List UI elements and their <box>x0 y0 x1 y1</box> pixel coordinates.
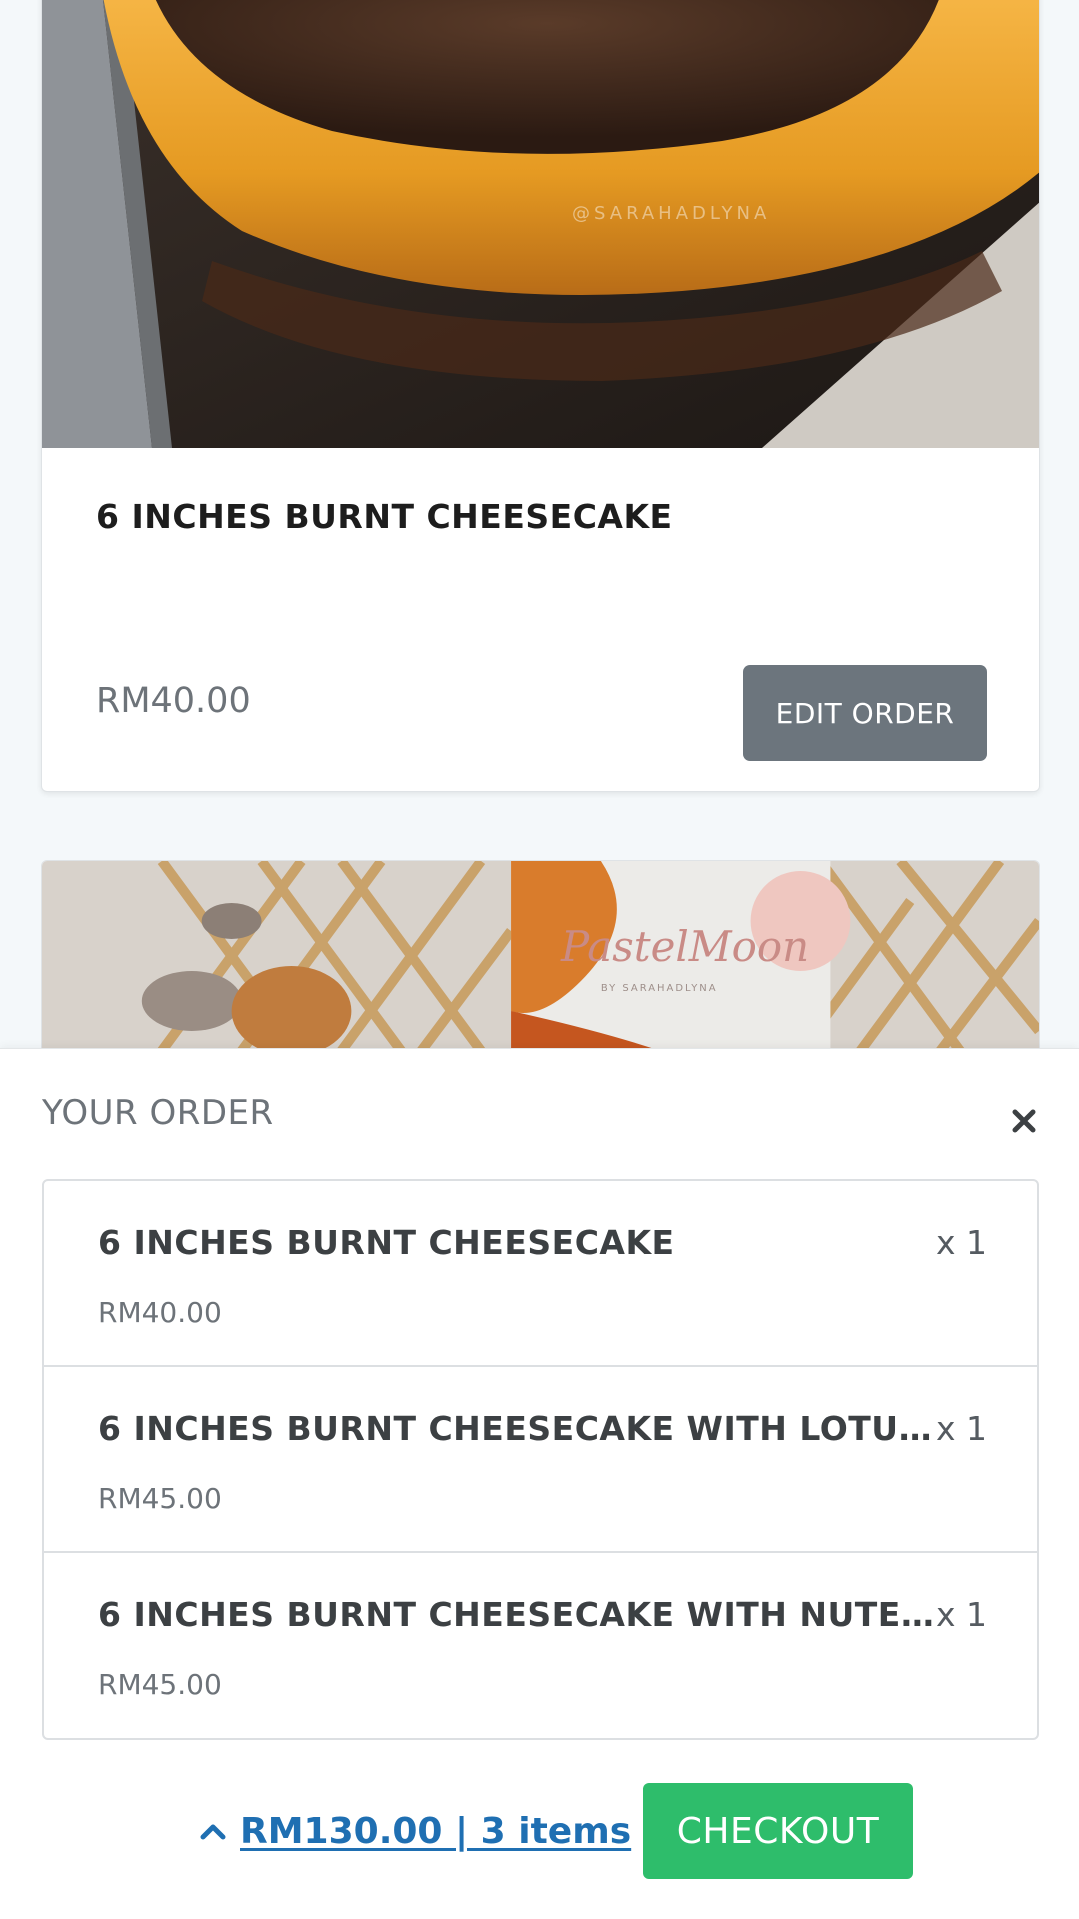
order-item-price: RM40.00 <box>98 1296 222 1329</box>
product-image: @SARAHADLYNA <box>42 0 1039 448</box>
page: @SARAHADLYNA 6 INCHES BURNT CHEESECAKE R… <box>0 0 1079 1919</box>
order-item[interactable]: 6 INCHES BURNT CHEESECAKE WITH NUTELLA x… <box>44 1553 1037 1738</box>
product-price: RM40.00 <box>96 681 251 721</box>
order-panel: YOUR ORDER 6 INCHES BURNT CHEESECAKE x 1… <box>0 1048 1079 1919</box>
order-item[interactable]: 6 INCHES BURNT CHEESECAKE WITH LOTUS BIS… <box>44 1367 1037 1553</box>
logo-subtext: BY SARAHADLYNA <box>601 983 718 994</box>
order-total-toggle[interactable]: RM130.00 | 3 items <box>200 1801 631 1861</box>
order-heading: YOUR ORDER <box>42 1093 274 1133</box>
order-item-price: RM45.00 <box>98 1668 222 1701</box>
edit-order-button[interactable]: EDIT ORDER <box>743 665 987 761</box>
logo-text: PastelMoon <box>560 922 809 971</box>
order-item-qty: x 1 <box>935 1595 987 1634</box>
checkout-button[interactable]: CHECKOUT <box>643 1783 913 1879</box>
product-card: @SARAHADLYNA 6 INCHES BURNT CHEESECAKE R… <box>41 0 1040 792</box>
order-item-name: 6 INCHES BURNT CHEESECAKE WITH NUTELLA <box>98 1595 943 1634</box>
order-item[interactable]: 6 INCHES BURNT CHEESECAKE x 1 RM40.00 <box>44 1181 1037 1367</box>
order-item-list: 6 INCHES BURNT CHEESECAKE x 1 RM40.00 6 … <box>42 1179 1039 1740</box>
order-total-label: RM130.00 | 3 items <box>240 1810 632 1852</box>
chevron-up-icon <box>200 1824 226 1840</box>
close-button[interactable] <box>1008 1105 1040 1137</box>
close-icon <box>1012 1109 1036 1133</box>
watermark-text: @SARAHADLYNA <box>572 203 770 224</box>
order-item-qty: x 1 <box>935 1223 987 1262</box>
next-product-image: PastelMoon BY SARAHADLYNA <box>42 861 1039 1051</box>
product-title: 6 INCHES BURNT CHEESECAKE <box>96 497 673 536</box>
order-item-name: 6 INCHES BURNT CHEESECAKE WITH LOTUS BIS… <box>98 1409 943 1448</box>
order-item-qty: x 1 <box>935 1409 987 1448</box>
order-item-price: RM45.00 <box>98 1482 222 1515</box>
order-item-name: 6 INCHES BURNT CHEESECAKE <box>98 1223 675 1262</box>
